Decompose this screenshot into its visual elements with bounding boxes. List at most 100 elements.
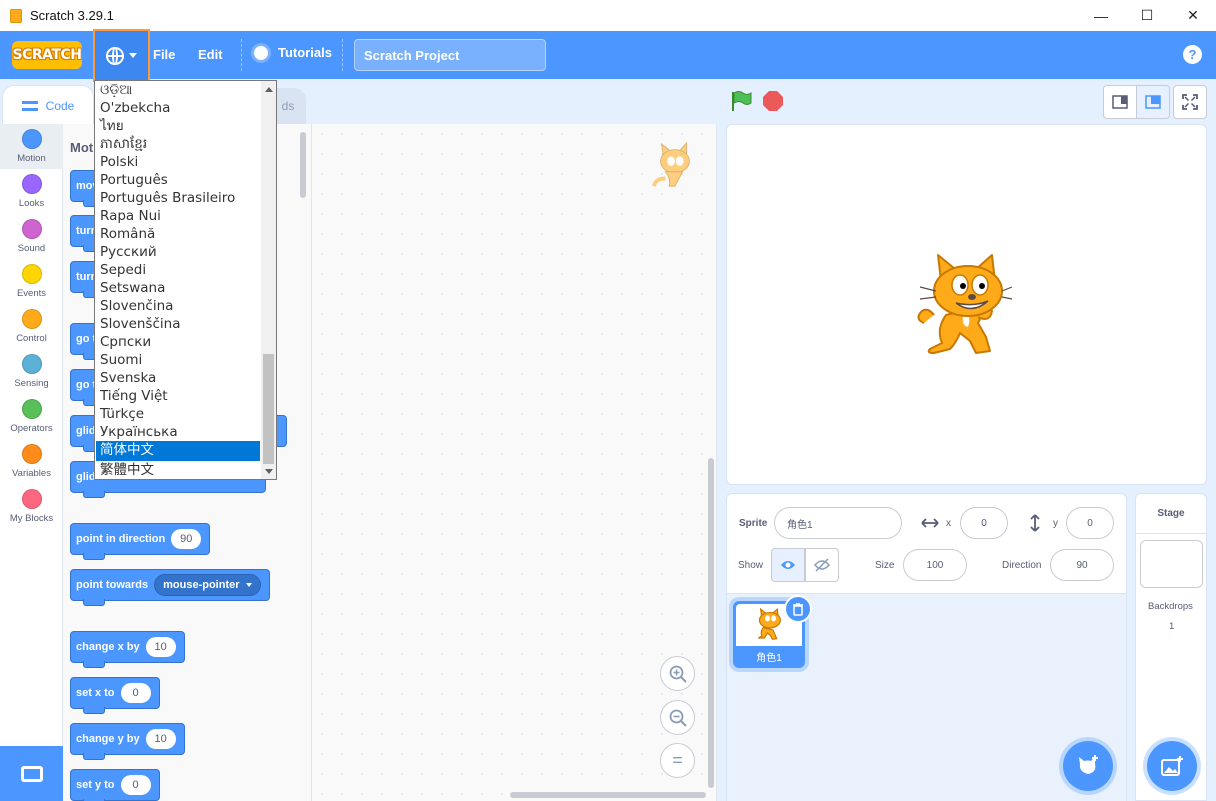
block-set-x[interactable]: set x to 0 [70,677,160,714]
file-menu[interactable]: File [153,47,175,62]
app-icon [10,8,22,23]
zoom-out-icon [669,709,687,727]
x-label: x [946,518,951,529]
language-option-selected[interactable]: 简体中文 [96,441,260,461]
language-option[interactable]: Polski [96,153,260,171]
add-extension-button[interactable] [0,746,63,801]
block-point-towards[interactable]: point towards mouse-pointer [70,569,270,606]
window-title: Scratch 3.29.1 [30,8,114,23]
stop-icon[interactable] [763,91,783,111]
show-sprite-button[interactable] [771,548,805,582]
language-option[interactable]: Português Brasileiro [96,189,260,207]
scroll-down-icon[interactable] [265,469,273,474]
script-workspace[interactable] [312,124,717,801]
full-screen-button[interactable] [1173,85,1207,119]
change-y-input[interactable]: 10 [145,729,176,749]
caret-down-icon [245,583,252,587]
x-position-input[interactable]: 0 [960,507,1008,539]
language-option[interactable]: 繁體中文 [96,461,260,479]
add-backdrop-icon [1161,756,1183,776]
edit-menu[interactable]: Edit [198,47,223,62]
fullscreen-icon [1182,94,1198,110]
language-option[interactable]: Svenska [96,369,260,387]
category-label: Sound [17,243,46,254]
language-menu-button[interactable] [93,29,150,82]
zoom-reset-button[interactable]: = [660,743,695,778]
sound-dot-icon [21,219,42,239]
language-option[interactable]: Sepedi [96,261,260,279]
language-option[interactable]: Српски [96,333,260,351]
show-label: Show [738,560,764,571]
eye-slash-icon [814,558,830,572]
add-sprite-icon [1079,755,1098,774]
block-label: set x to [76,687,115,699]
change-x-input[interactable]: 10 [145,637,176,657]
cat-sprite-icon[interactable] [916,253,1014,357]
set-x-input[interactable]: 0 [120,683,151,703]
size-label: Size [875,560,895,571]
tutorials-button[interactable]: Tutorials [254,45,332,60]
block-point-in-direction[interactable]: point in direction 90 [70,523,211,560]
language-option[interactable]: Suomi [96,351,260,369]
language-option[interactable]: Українська [96,423,260,441]
language-list-scrollbar[interactable] [261,81,276,479]
category-motion[interactable]: Motion [0,124,63,169]
green-flag-icon[interactable] [730,90,752,112]
close-button[interactable]: ✕ [1170,0,1216,31]
block-change-x[interactable]: change x by 10 [70,631,185,668]
project-title-input[interactable]: Scratch Project [354,39,546,71]
palette-scrollbar[interactable] [300,132,306,198]
language-option[interactable]: Slovenščina [96,315,260,333]
language-option[interactable]: O'zbekcha [96,99,260,117]
direction-input[interactable]: 90 [171,529,202,549]
language-option[interactable]: Română [96,225,260,243]
language-option[interactable]: Rapa Nui [96,207,260,225]
category-variables[interactable]: Variables [0,439,63,484]
block-set-y[interactable]: set y to 0 [70,769,160,801]
workspace-horizontal-scrollbar[interactable] [510,792,706,798]
sprite-name-input[interactable]: 角色1 [774,507,902,539]
set-y-input[interactable]: 0 [120,775,151,795]
language-option[interactable]: Tiếng Việt [96,387,260,405]
workspace-vertical-scrollbar[interactable] [708,458,714,788]
block-change-y[interactable]: change y by 10 [70,723,185,760]
language-option[interactable]: ଓଡ଼ିଆ [96,81,260,99]
small-stage-button[interactable] [1103,85,1137,119]
category-sound[interactable]: Sound [0,214,63,259]
category-events[interactable]: Events [0,259,63,304]
language-option[interactable]: Setswana [96,279,260,297]
scroll-thumb[interactable] [263,354,274,464]
category-control[interactable]: Control [0,304,63,349]
help-button[interactable]: ? [1183,45,1202,64]
choose-sprite-button[interactable] [1063,741,1113,791]
language-option[interactable]: ភាសាខ្មែរ [96,135,260,153]
tutorials-label: Tutorials [278,45,332,60]
zoom-in-button[interactable] [660,656,695,691]
language-option[interactable]: Português [96,171,260,189]
language-option[interactable]: Türkçe [96,405,260,423]
tab-code[interactable]: Code [2,85,94,125]
category-my-blocks[interactable]: My Blocks [0,484,63,529]
choose-backdrop-button[interactable] [1147,741,1197,791]
minimize-button[interactable]: — [1078,0,1124,31]
category-looks[interactable]: Looks [0,169,63,214]
dropdown-value: mouse-pointer [163,579,240,591]
hide-sprite-button[interactable] [805,548,839,582]
direction-input[interactable]: 90 [1050,549,1114,581]
maximize-button[interactable]: ☐ [1124,0,1170,31]
category-sensing[interactable]: Sensing [0,349,63,394]
delete-sprite-button[interactable] [784,595,812,623]
language-option[interactable]: Slovenčina [96,297,260,315]
y-position-input[interactable]: 0 [1066,507,1114,539]
language-option[interactable]: Русский [96,243,260,261]
category-operators[interactable]: Operators [0,394,63,439]
size-input[interactable]: 100 [903,549,967,581]
code-icon [21,100,38,111]
language-option[interactable]: ไทย [96,117,260,135]
zoom-out-button[interactable] [660,700,695,735]
target-dropdown[interactable]: mouse-pointer [154,574,261,596]
scratch-logo[interactable]: SCRATCH [12,41,82,69]
scroll-up-icon[interactable] [265,87,273,92]
events-dot-icon [21,264,42,284]
large-stage-button[interactable] [1136,85,1170,119]
